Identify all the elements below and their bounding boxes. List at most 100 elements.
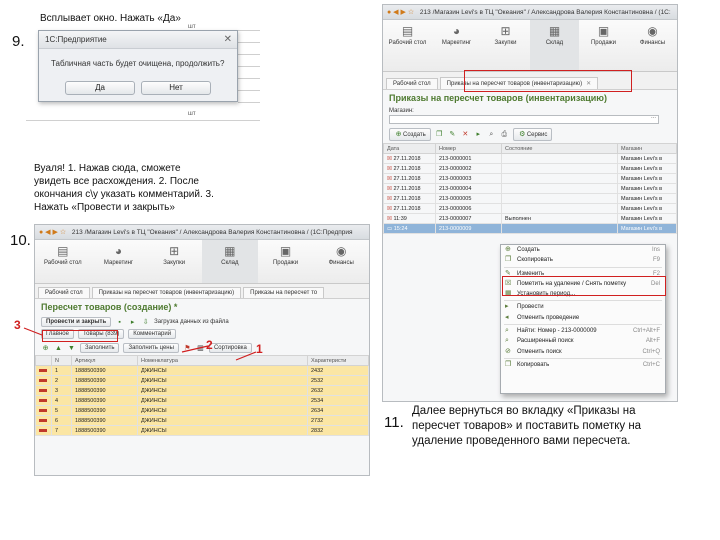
cell-store: Магазин Levi's в [617,203,677,214]
arrow-2 [181,345,209,353]
menu-item-label: Копировать [517,361,550,368]
caption-line: удаление проведенного вами пересчета. [412,435,631,447]
menu-item-shortcut: Alt+F [645,338,660,345]
context-menu-item[interactable]: ⌕ Найти: Номер - 213-0000009 Ctrl+Alt+F [501,326,665,336]
edit-icon[interactable]: ✎ [448,130,457,139]
table-row[interactable]: ☒ 27.11.2018 213-0000002 Магазин Levi's в [383,163,677,174]
create-button[interactable]: ⊕ Создать [389,128,431,141]
table-row[interactable]: ☒ 27.11.2018 213-0000006 Магазин Levi's в [383,203,677,214]
cell-date: ▭ 15:24 [383,223,436,234]
menu-item-label: Расширенный поиск [517,338,574,345]
context-menu-item[interactable]: ◂ Отменить проведение [501,313,665,323]
table-row[interactable]: ☒ 27.11.2018 213-0000004 Магазин Levi's в [383,183,677,194]
cell-store: Магазин Levi's в [617,163,677,174]
cell-date: ☒ 27.11.2018 [383,203,436,214]
section-purchases[interactable]: ⊞ Закупки [481,20,530,71]
menu-item-icon: ⊕ [505,246,511,253]
window-titlebar: ● ◀ ▶ ☆ 213 /Магазин Levi's в ТЦ "Океани… [383,5,677,20]
list-toolbar: ⊕ Создать ❐ ✎ ✕ ▸ ⌕ ⎙ ⚙Сервис [383,126,677,143]
arrow-3 [23,327,43,336]
caption-line: пересчет товаров» и поставить пометку на [412,420,642,432]
cell-state [501,173,618,184]
cell-store: Магазин Levi's в [617,153,677,164]
cell-num: 213-0000007 [435,213,502,224]
col-header[interactable]: Магазин [617,143,677,154]
col-header[interactable]: Состояние [501,143,618,154]
context-menu-item[interactable]: ❐ Копировать Ctrl+C [501,360,665,370]
service-button[interactable]: ⚙Сервис [512,128,553,141]
table-row[interactable]: ☒ 27.11.2018 213-0000001 Магазин Levi's в [383,153,677,164]
cell-state [501,223,618,234]
section-panel: ▤ Рабочий стол ◕ Маркетинг ⊞ Закупки ▦ Склад… [383,20,677,72]
menu-separator [504,266,662,268]
cell-date-text: 27.11.2018 [393,165,421,172]
finance-icon: ◉ [647,24,658,38]
table-row[interactable]: ☒ 27.11.2018 213-0000005 Магазин Levi's в [383,193,677,204]
cell-state [501,153,618,164]
post-icon[interactable]: ▸ [474,130,483,139]
section-label: Закупки [494,40,517,46]
menu-item-label: Скопировать [517,257,553,264]
col-header[interactable]: Дата [383,143,436,154]
marketing-icon: ◕ [452,24,461,38]
document-icon: ▭ [387,225,394,232]
cell-num: 213-0000002 [435,163,502,174]
section-finance[interactable]: ◉ Финансы [628,20,677,71]
select-icon[interactable]: ... [651,114,656,120]
section-label: Рабочий стол [388,40,427,46]
menu-item-label: Провести [517,304,544,311]
cell-date-text: 27.11.2018 [393,185,421,192]
section-warehouse[interactable]: ▦ Склад [530,20,579,71]
section-desktop[interactable]: ▤ Рабочий стол [383,20,432,71]
section-label: Продажи [590,40,617,46]
print-icon[interactable]: ⎙ [500,130,509,139]
delete-mark-icon[interactable]: ✕ [461,130,470,139]
table-row[interactable]: ▭ 15:24 213-0000009 Магазин Levi's в [383,223,677,234]
search-icon[interactable]: ⌕ [487,130,496,139]
cell-date-text: 27.11.2018 [393,205,421,212]
add-icon: ⊕ [395,131,402,138]
cell-state [501,163,618,174]
cell-store: Магазин Levi's в [617,223,677,234]
menu-item-icon: ⌕ [505,337,509,345]
cell-num: 213-0000001 [435,153,502,164]
menu-separator [504,324,662,326]
cell-date: ☒ 27.11.2018 [383,193,436,204]
menu-item-icon: ⊘ [505,347,511,355]
menu-item-shortcut: F9 [652,257,660,264]
menu-item-shortcut: Ctrl+Q [642,348,660,355]
copy-icon[interactable]: ❐ [435,130,444,139]
menu-item-shortcut: Ctrl+Alt+F [632,328,660,335]
create-label: Создать [403,132,426,138]
window-title: 213 /Магазин Levi's в ТЦ "Океания" / Але… [419,9,671,16]
cell-date-text: 27.11.2018 [393,175,421,182]
tab-desktop[interactable]: Рабочий стол [386,78,438,89]
window-control-icons[interactable]: ● ◀ ▶ ☆ [387,8,414,16]
context-menu-item[interactable]: ⌕ Расширенный поиск Alt+F [501,336,665,346]
menu-separator [504,357,662,359]
cell-state [501,193,618,204]
cell-state: Выполнен [501,213,618,224]
cell-num: 213-0000009 [435,223,502,234]
context-menu-item[interactable]: ⊕ Создать Ins [501,245,665,255]
table-row[interactable]: ☒ 11:39 213-0000007 Выполнен Магазин Levi's… [383,213,677,224]
context-menu-item[interactable]: ❐ Скопировать F9 [501,255,665,265]
context-menu-item[interactable]: ▸ Провести [501,302,665,312]
store-input[interactable]: ... [389,114,659,124]
desktop-icon: ▤ [401,24,414,38]
section-sales[interactable]: ▣ Продажи [579,20,628,71]
cell-date-text: 15:24 [393,225,408,232]
cell-state [501,203,618,214]
warehouse-icon: ▦ [548,24,561,38]
caption-line: Далее вернуться во вкладку «Приказы на [412,405,636,417]
section-label: Склад [545,40,564,46]
menu-item-icon: ▸ [505,303,509,311]
section-marketing[interactable]: ◕ Маркетинг [432,20,481,71]
context-menu-item[interactable]: ⊘ Отменить поиск Ctrl+Q [501,347,665,357]
col-header[interactable]: Номер [435,143,502,154]
cell-date-text: 11:39 [393,215,407,222]
store-filter: Магазин: ... [383,106,677,126]
cell-num: 213-0000005 [435,193,502,204]
highlight-mark-delete [502,276,666,296]
table-row[interactable]: ☒ 27.11.2018 213-0000003 Магазин Levi's в [383,173,677,184]
